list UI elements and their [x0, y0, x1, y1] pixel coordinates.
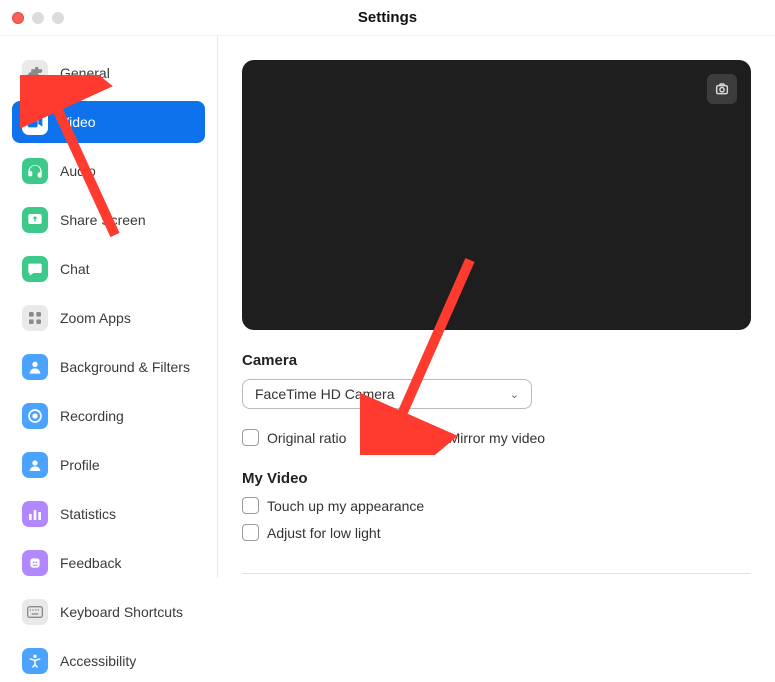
- sidebar-item-video[interactable]: Video: [12, 101, 205, 143]
- sidebar-item-label: Recording: [60, 408, 124, 424]
- close-window-button[interactable]: [12, 12, 24, 24]
- sidebar-item-label: Zoom Apps: [60, 310, 131, 326]
- touch-up-option: Touch up my appearance: [242, 497, 751, 514]
- original-ratio-label: Original ratio: [267, 430, 346, 446]
- original-ratio-option: Original ratio: [242, 429, 346, 446]
- sidebar-item-label: Statistics: [60, 506, 116, 522]
- sidebar-item-label: Feedback: [60, 555, 121, 571]
- sidebar-item-profile[interactable]: Profile: [12, 444, 205, 486]
- sidebar-item-general[interactable]: General: [12, 52, 205, 94]
- zoom-window-button[interactable]: [52, 12, 64, 24]
- chevron-down-icon: ⌄: [510, 388, 519, 401]
- video-preview: [242, 60, 751, 330]
- sidebar-item-share-screen[interactable]: Share Screen: [12, 199, 205, 241]
- camera-section-label: Camera: [242, 352, 751, 369]
- rotate-camera-button[interactable]: [707, 74, 737, 104]
- sidebar-item-recording[interactable]: Recording: [12, 395, 205, 437]
- mirror-option: ✓ Mirror my video: [424, 429, 545, 446]
- apps-icon: [22, 305, 48, 331]
- mirror-label: Mirror my video: [449, 430, 545, 446]
- sidebar-item-audio[interactable]: Audio: [12, 150, 205, 192]
- original-ratio-checkbox[interactable]: [242, 429, 259, 446]
- my-video-section-label: My Video: [242, 470, 751, 487]
- profile-icon: [22, 452, 48, 478]
- sidebar-item-label: Profile: [60, 457, 100, 473]
- low-light-checkbox[interactable]: [242, 524, 259, 541]
- hd-option: ✓ HD: [362, 429, 407, 446]
- main-content: Camera FaceTime HD Camera ⌄ Original rat…: [218, 36, 775, 578]
- layout: General Video Audio Share Screen Chat: [0, 36, 775, 578]
- hd-label: HD: [387, 430, 407, 446]
- accessibility-icon: [22, 648, 48, 674]
- chat-icon: [22, 256, 48, 282]
- titlebar: Settings: [0, 0, 775, 36]
- mirror-checkbox[interactable]: ✓: [424, 429, 441, 446]
- page-title: Settings: [358, 9, 417, 26]
- share-screen-icon: [22, 207, 48, 233]
- feedback-icon: [22, 550, 48, 576]
- sidebar-item-zoom-apps[interactable]: Zoom Apps: [12, 297, 205, 339]
- hd-checkbox[interactable]: ✓: [362, 429, 379, 446]
- low-light-label: Adjust for low light: [267, 525, 381, 541]
- minimize-window-button[interactable]: [32, 12, 44, 24]
- sidebar: General Video Audio Share Screen Chat: [0, 36, 218, 578]
- sidebar-item-label: Video: [60, 114, 96, 130]
- low-light-option: Adjust for low light: [242, 524, 751, 541]
- sidebar-item-label: Keyboard Shortcuts: [60, 604, 183, 620]
- video-icon: [22, 109, 48, 135]
- headphones-icon: [22, 158, 48, 184]
- sidebar-item-background-filters[interactable]: Background & Filters: [12, 346, 205, 388]
- gear-icon: [22, 60, 48, 86]
- window-controls: [12, 12, 64, 24]
- record-icon: [22, 403, 48, 429]
- person-icon: [22, 354, 48, 380]
- sidebar-item-label: Accessibility: [60, 653, 136, 669]
- my-video-options: Touch up my appearance Adjust for low li…: [242, 497, 751, 551]
- stats-icon: [22, 501, 48, 527]
- sidebar-item-label: Background & Filters: [60, 359, 190, 375]
- sidebar-item-label: Share Screen: [60, 212, 146, 228]
- sidebar-item-label: General: [60, 65, 110, 81]
- touch-up-checkbox[interactable]: [242, 497, 259, 514]
- camera-selected-value: FaceTime HD Camera: [255, 386, 395, 402]
- sidebar-item-chat[interactable]: Chat: [12, 248, 205, 290]
- sidebar-item-label: Audio: [60, 163, 96, 179]
- keyboard-icon: [22, 599, 48, 625]
- sidebar-item-keyboard-shortcuts[interactable]: Keyboard Shortcuts: [12, 591, 205, 633]
- camera-options-row: Original ratio ✓ HD ✓ Mirror my video: [242, 429, 751, 446]
- sidebar-item-label: Chat: [60, 261, 90, 277]
- camera-select[interactable]: FaceTime HD Camera ⌄: [242, 379, 532, 409]
- sidebar-item-statistics[interactable]: Statistics: [12, 493, 205, 535]
- sidebar-item-accessibility[interactable]: Accessibility: [12, 640, 205, 682]
- divider: [242, 573, 751, 574]
- touch-up-label: Touch up my appearance: [267, 498, 424, 514]
